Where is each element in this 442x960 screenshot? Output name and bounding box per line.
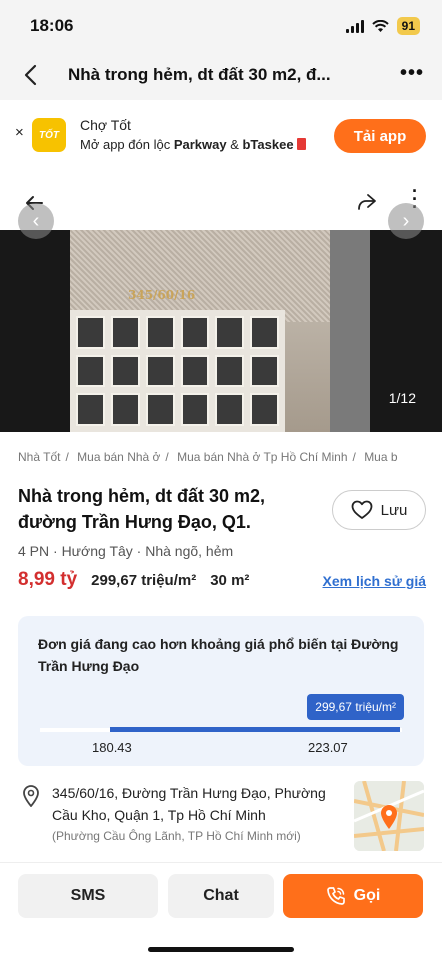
banner-subtitle-text: Mở app đón lộc [80,137,174,152]
signal-icon [345,19,364,33]
house-number-sign: 345/60/16 [128,288,196,302]
breadcrumb-item[interactable]: Mua bán Nhà ở Tp Hồ Chí Minh [177,450,347,464]
listing-specs: 4 PN · Hướng Tây · Nhà ngõ, hẻm [18,543,234,559]
gift-icon [296,138,306,150]
banner-subtitle-and: & [226,137,243,152]
app-install-banner: × TỐT Chợ Tốt Mở app đón lộc Parkway & b… [0,100,442,170]
price-per-m2: 299,67 triệu/m² [91,572,197,589]
current-price-bubble: 299,67 triệu/m² [307,694,404,720]
location-pin-icon [23,785,39,807]
listing-toolbar: ··· [0,182,442,225]
banner-title: Chợ Tốt [80,117,131,133]
prev-photo-icon[interactable]: ‹ [18,203,54,239]
download-app-button[interactable]: Tải app [334,119,426,153]
save-label: Lưu [380,501,408,519]
listing-photo[interactable]: 345/60/16 1/12 [0,230,442,432]
price-comparison-card: Đơn giá đang cao hơn khoảng giá phổ biến… [18,616,424,766]
home-indicator [148,947,294,952]
call-button[interactable]: Gọi [283,874,423,918]
price-comparison-message: Đơn giá đang cao hơn khoảng giá phổ biến… [38,636,399,674]
price-total: 8,99 tỷ [18,569,78,590]
address-text: 345/60/16, Đường Trần Hưng Đạo, Phường C… [52,785,326,823]
status-bar: 18:06 91 [0,0,442,50]
page-title: Nhà trong hẻm, dt đất 30 m2, đ... [68,65,331,84]
status-time: 18:06 [30,16,74,35]
status-icons: 91 [345,17,420,35]
breadcrumb-item[interactable]: Mua b [364,450,397,464]
banner-subtitle: Mở app đón lộc Parkway & bTaskee [80,137,306,152]
windows-facade [70,310,285,432]
more-options-icon[interactable]: ••• [400,62,424,85]
map-thumbnail[interactable] [354,781,424,851]
range-low-label: 180.43 [92,740,132,755]
wifi-icon [371,19,389,32]
share-icon[interactable] [356,191,378,213]
nav-header: Nhà trong hẻm, dt đất 30 m2, đ... ••• [0,50,442,100]
stone-wall [70,230,370,322]
range-high-label: 223.07 [308,740,348,755]
side-wall [330,230,370,432]
cho-tot-logo: TỐT [32,118,66,152]
house-facade-image: 345/60/16 [70,230,370,432]
banner-brand-parkway: Parkway [173,137,227,152]
listing-title: Nhà trong hẻm, dt đất 30 m2, đường Trần … [18,486,266,532]
area: 30 m² [210,572,250,589]
save-button[interactable]: Lưu [332,490,426,530]
price-range-fill [110,727,400,732]
bottom-action-bar: SMS Chat Gọi [0,862,442,960]
chat-button[interactable]: Chat [168,874,274,918]
phone-icon [326,887,345,905]
map-icon [354,781,424,851]
address-new-ward: (Phường Cầu Ông Lãnh, TP Hồ Chí Minh mới… [52,829,301,843]
sms-button[interactable]: SMS [18,874,158,918]
close-banner-icon[interactable]: × [15,124,24,141]
photo-counter: 1/12 [388,390,416,406]
price-history-link[interactable]: Xem lịch sử giá [322,573,426,589]
breadcrumb-item[interactable]: Mua bán Nhà ở [77,450,160,464]
breadcrumb-item[interactable]: Nhà Tốt [18,450,60,464]
call-label: Gọi [353,887,381,904]
next-photo-icon[interactable]: › [388,203,424,239]
breadcrumb: Nhà Tốt / Mua bán Nhà ở / Mua bán Nhà ở Tp… [18,450,398,464]
heart-icon [351,500,373,519]
banner-brand-btaskee: bTaskee [242,137,294,152]
battery-badge: 91 [396,17,420,35]
price-row: 8,99 tỷ 299,67 triệu/m² 30 m² [18,569,249,591]
back-icon[interactable] [18,62,44,88]
